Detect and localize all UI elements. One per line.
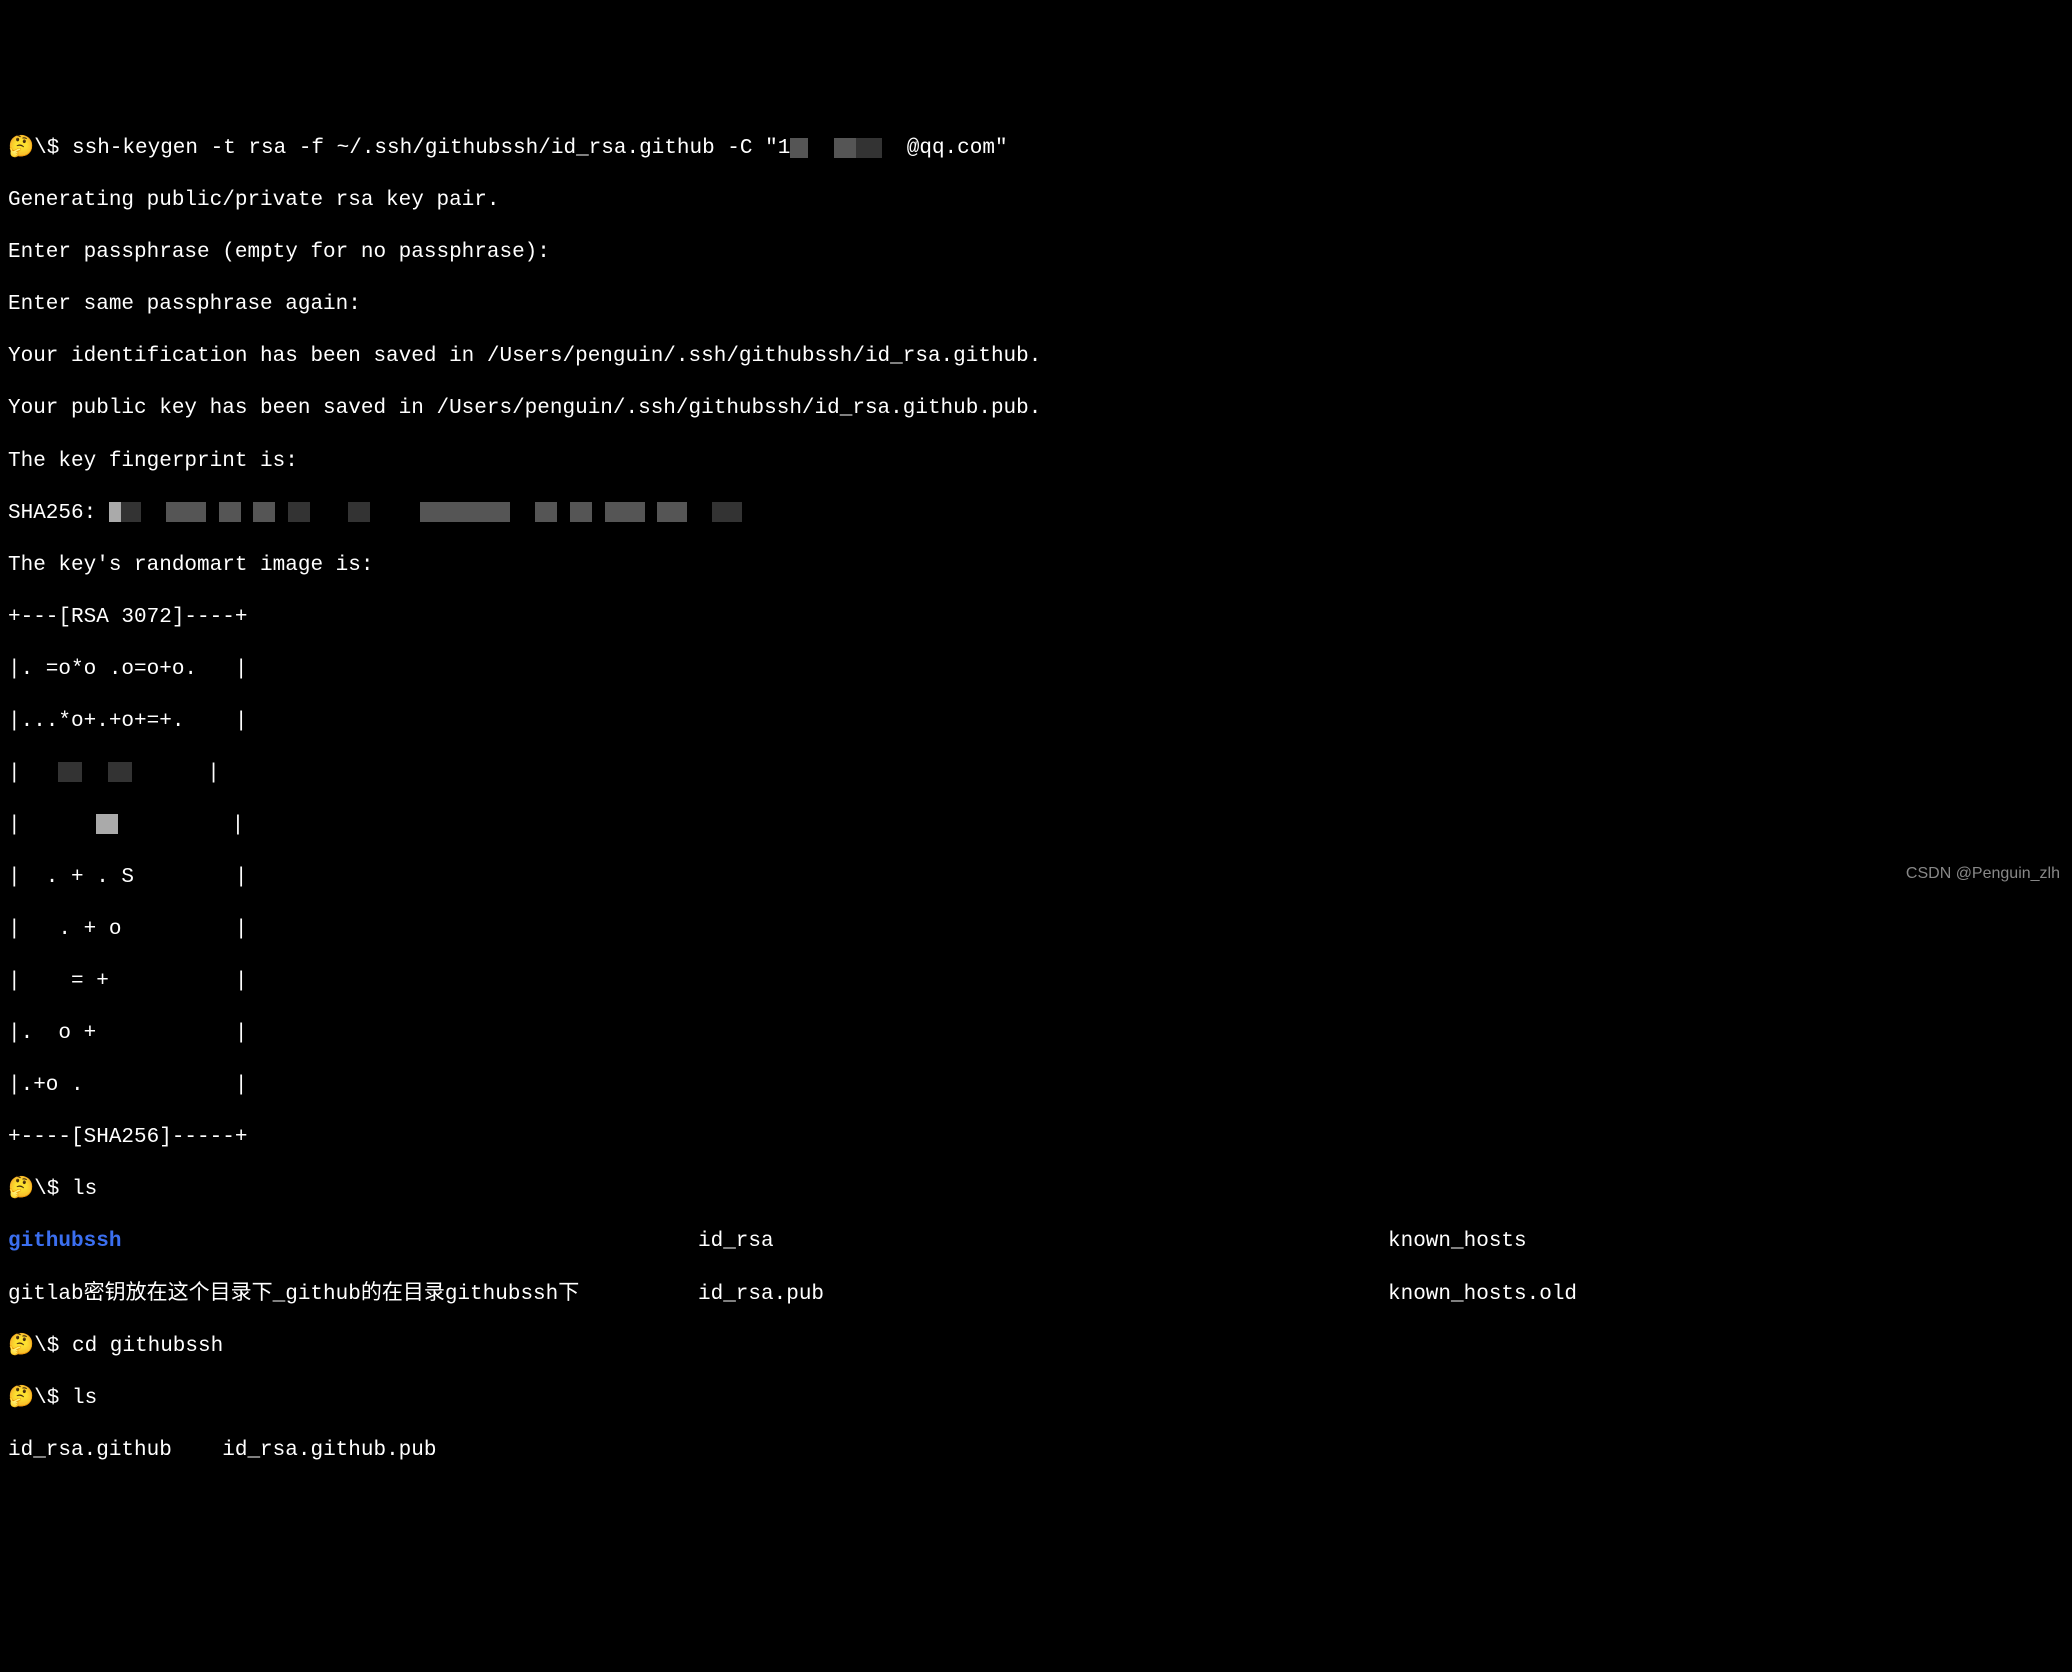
randomart-l3: | |: [8, 761, 2064, 787]
prompt-emoji-icon: 🤔: [8, 136, 34, 162]
watermark-text: CSDN @Penguin_zlh: [1906, 864, 2060, 884]
redacted-block: [790, 138, 808, 158]
output-randomart-label: The key's randomart image is:: [8, 553, 2064, 579]
redacted-block: [288, 502, 310, 522]
redacted-block: [570, 502, 592, 522]
redacted-block: [712, 502, 742, 522]
randomart-l0: +---[RSA 3072]----+: [8, 605, 2064, 631]
command-text: ls: [72, 1178, 97, 1201]
command-text: ssh-keygen -t rsa -f ~/.ssh/githubssh/id…: [72, 137, 790, 160]
redacted-block: [108, 762, 132, 782]
redacted-block: [219, 502, 241, 522]
randomart-l10: +----[SHA256]-----+: [8, 1125, 2064, 1151]
output-sha-line: SHA256:: [8, 501, 2064, 527]
ls-file-knownhosts: known_hosts: [1388, 1229, 2064, 1255]
randomart-l9: |.+o . |: [8, 1073, 2064, 1099]
output-fingerprint-label: The key fingerprint is:: [8, 449, 2064, 475]
randomart-l6: | . + o |: [8, 917, 2064, 943]
prompt-symbol: \$: [34, 1387, 59, 1410]
command-line-3: 🤔\$ cd githubssh: [8, 1334, 2064, 1360]
randomart-l5: | . + . S |: [8, 865, 2064, 891]
output-passphrase1: Enter passphrase (empty for no passphras…: [8, 240, 2064, 266]
randomart-l4: | |: [8, 813, 2064, 839]
redacted-block: [253, 502, 275, 522]
output-generating: Generating public/private rsa key pair.: [8, 188, 2064, 214]
output-passphrase2: Enter same passphrase again:: [8, 292, 2064, 318]
command-line-2: 🤔\$ ls: [8, 1177, 2064, 1203]
ls-file-idrsapub: id_rsa.pub: [698, 1282, 1388, 1308]
terminal-output[interactable]: 🤔\$ ssh-keygen -t rsa -f ~/.ssh/githubss…: [8, 110, 2064, 1490]
prompt-emoji-icon: 🤔: [8, 1386, 34, 1412]
redacted-block: [58, 762, 82, 782]
redacted-block: [121, 502, 141, 522]
redacted-block: [605, 502, 645, 522]
ls-note: gitlab密钥放在这个目录下_github的在目录githubssh下: [8, 1282, 698, 1308]
randomart-l1: |. =o*o .o=o+o. |: [8, 657, 2064, 683]
prompt-emoji-icon: 🤔: [8, 1334, 34, 1360]
redacted-block: [535, 502, 557, 522]
sha-prefix: SHA256:: [8, 502, 96, 525]
randomart-l2: |...*o+.+o+=+. |: [8, 709, 2064, 735]
ls2-file1: id_rsa.github: [8, 1439, 172, 1462]
prompt-symbol: \$: [34, 1335, 59, 1358]
output-saved-id: Your identification has been saved in /U…: [8, 344, 2064, 370]
redacted-block: [420, 502, 510, 522]
ls-file-knownhostsold: known_hosts.old: [1388, 1282, 2064, 1308]
prompt-emoji-icon: 🤔: [8, 1177, 34, 1203]
randomart-l8: |. o + |: [8, 1021, 2064, 1047]
redacted-block: [109, 502, 121, 522]
randomart-l7: | = + |: [8, 969, 2064, 995]
prompt-symbol: \$: [34, 137, 59, 160]
redacted-block: [657, 502, 687, 522]
output-saved-pub: Your public key has been saved in /Users…: [8, 396, 2064, 422]
redacted-block: [348, 502, 370, 522]
ls-output-row1: githubssh id_rsaknown_hosts: [8, 1229, 2064, 1255]
prompt-symbol: \$: [34, 1178, 59, 1201]
ls-output-row2: gitlab密钥放在这个目录下_github的在目录githubssh下id_r…: [8, 1282, 2064, 1308]
redacted-block: [834, 138, 856, 158]
command-suffix: @qq.com": [907, 137, 1008, 160]
command-line-1: 🤔\$ ssh-keygen -t rsa -f ~/.ssh/githubss…: [8, 136, 2064, 162]
redacted-block: [166, 502, 206, 522]
ls2-output: id_rsa.github id_rsa.github.pub: [8, 1438, 2064, 1464]
command-text: cd githubssh: [72, 1335, 223, 1358]
redacted-block: [96, 814, 118, 834]
redacted-block: [856, 138, 882, 158]
ls2-file2: id_rsa.github.pub: [222, 1439, 436, 1462]
command-text: ls: [72, 1387, 97, 1410]
ls-file-idrsa: id_rsa: [698, 1229, 1388, 1255]
ls-dir-githubssh: githubssh: [8, 1230, 121, 1253]
command-line-4: 🤔\$ ls: [8, 1386, 2064, 1412]
